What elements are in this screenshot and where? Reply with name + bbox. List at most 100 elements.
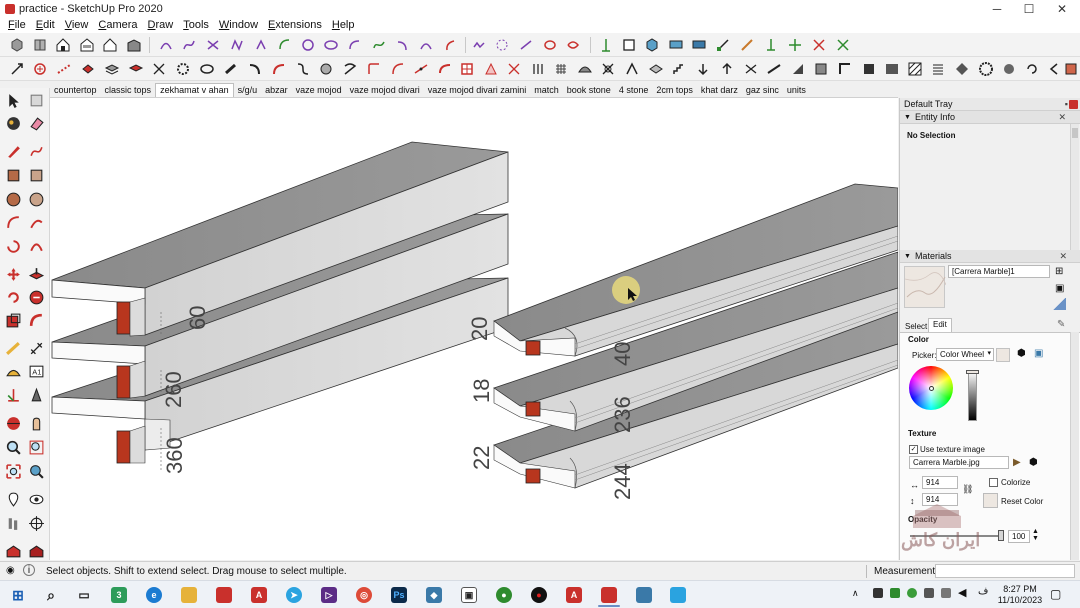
text-tool-icon[interactable]: A1 <box>26 361 46 381</box>
value-slider[interactable] <box>968 371 977 421</box>
opacity-spinner-icon[interactable]: ▲ ▼ <box>1032 528 1039 542</box>
scene-tab[interactable]: 2cm tops <box>652 84 697 97</box>
scene-tab[interactable]: vaze mojod divari <box>346 84 424 97</box>
pencil-icon[interactable] <box>3 141 23 161</box>
scale-icon[interactable] <box>3 310 23 330</box>
tape-icon[interactable] <box>738 36 756 54</box>
cube-icon[interactable] <box>643 36 661 54</box>
paint-icon[interactable] <box>79 60 97 78</box>
select-arrow-icon[interactable] <box>3 90 23 110</box>
solid-union-icon[interactable] <box>883 60 901 78</box>
warehouse-icon[interactable] <box>125 36 143 54</box>
protractor-icon[interactable] <box>3 361 23 381</box>
close-button[interactable]: ✕ <box>1045 0 1079 17</box>
lock-aspect-icon[interactable]: ⛓ <box>962 484 973 495</box>
push-icon[interactable] <box>762 36 780 54</box>
globe-icon[interactable]: ● <box>496 587 512 603</box>
tray-menu-icon[interactable]: ▪ <box>1065 99 1068 109</box>
front-view-icon[interactable] <box>78 36 96 54</box>
task-view-icon[interactable]: ▭ <box>76 587 92 603</box>
match-model-color-icon[interactable]: ⬢ <box>1017 348 1026 359</box>
app-badge-icon[interactable]: 3 <box>111 587 127 603</box>
home-view-icon[interactable] <box>54 36 72 54</box>
entity-info-close-icon[interactable]: ✕ <box>1058 112 1066 123</box>
scene-tab[interactable]: units <box>783 84 810 97</box>
spiral-icon[interactable] <box>252 36 270 54</box>
bezier-icon[interactable] <box>204 36 222 54</box>
material-name-field[interactable]: [Carrera Marble]1 <box>948 265 1050 278</box>
select-tab[interactable]: Select <box>905 322 927 331</box>
media-player-icon[interactable]: ▣ <box>461 587 477 603</box>
solid-stack-icon[interactable] <box>789 60 807 78</box>
color-preview-swatch[interactable] <box>996 348 1010 362</box>
arc-tool-icon[interactable] <box>157 36 175 54</box>
material-swatch[interactable] <box>904 266 947 308</box>
scene-tab[interactable]: abzar <box>261 84 292 97</box>
move-axes-icon[interactable] <box>786 36 804 54</box>
scale-axes-icon[interactable] <box>834 36 852 54</box>
push-pull-icon[interactable] <box>26 264 46 284</box>
two-point-arc-icon[interactable] <box>26 212 46 232</box>
sketchup-layout-icon[interactable]: ◆ <box>426 587 442 603</box>
browse-folder-icon[interactable]: ▶ <box>1013 457 1021 468</box>
back-view-icon[interactable] <box>101 36 119 54</box>
tray-close-icon[interactable] <box>1069 100 1078 109</box>
ellipse-icon[interactable] <box>322 36 340 54</box>
twist-icon[interactable] <box>294 60 312 78</box>
pull-up-icon[interactable] <box>718 60 736 78</box>
circle-tool-icon[interactable] <box>299 36 317 54</box>
gear-icon[interactable] <box>174 60 192 78</box>
pipe-icon[interactable] <box>222 60 240 78</box>
scene-tab[interactable]: s/g/u <box>234 84 262 97</box>
menu-extensions[interactable]: Extensions <box>263 19 327 31</box>
zoom-icon[interactable] <box>3 437 23 457</box>
freehand-icon[interactable] <box>370 36 388 54</box>
leaf-icon[interactable] <box>564 36 582 54</box>
ring-hatch-icon[interactable] <box>977 60 995 78</box>
volume-icon[interactable]: ◀ <box>958 586 966 599</box>
box-red-icon[interactable] <box>1062 60 1080 78</box>
arc-green-icon[interactable] <box>276 36 294 54</box>
orbit-icon[interactable] <box>3 413 23 433</box>
follow-me-icon[interactable] <box>270 60 288 78</box>
zoom-window-icon[interactable] <box>26 437 46 457</box>
shell-icon[interactable] <box>623 60 641 78</box>
acrobat-icon[interactable]: A <box>251 587 267 603</box>
tray-scrollbar[interactable] <box>1070 124 1079 252</box>
wave-icon[interactable] <box>470 36 488 54</box>
chrome-icon[interactable]: ◎ <box>356 587 372 603</box>
grid-mesh-icon[interactable] <box>552 60 570 78</box>
menu-window[interactable]: Window <box>214 19 263 31</box>
paint-bucket-icon[interactable] <box>3 113 23 133</box>
oval-icon[interactable] <box>541 36 559 54</box>
windows-start-icon[interactable]: ⊞ <box>10 587 26 603</box>
scene-tab[interactable]: 4 stone <box>615 84 653 97</box>
solid-block-icon[interactable] <box>812 60 830 78</box>
reload-icon[interactable] <box>1023 60 1041 78</box>
materials-scrollbar[interactable] <box>1070 332 1079 560</box>
circle-left-icon[interactable] <box>3 189 23 209</box>
menu-camera[interactable]: Camera <box>93 19 142 31</box>
geolocation-icon[interactable]: ◉ <box>6 565 15 576</box>
edge-tool-icon[interactable] <box>742 60 760 78</box>
three-point-arc-icon[interactable] <box>26 236 46 256</box>
dome-icon[interactable] <box>576 60 594 78</box>
menu-tools[interactable]: Tools <box>178 19 214 31</box>
materials-close-icon[interactable]: ✕ <box>1059 251 1067 262</box>
match-screen-color-icon[interactable]: ▣ <box>1034 348 1043 359</box>
helix-icon[interactable] <box>341 60 359 78</box>
rotated-rect-icon[interactable] <box>26 165 46 185</box>
sketchup-task-icon[interactable] <box>216 587 232 603</box>
telegram-icon[interactable]: ➤ <box>286 587 302 603</box>
eyedropper-icon[interactable]: ✎ <box>1057 319 1065 330</box>
pdf-icon[interactable]: A <box>566 587 582 603</box>
sphere-icon[interactable] <box>317 60 335 78</box>
extrude-icon[interactable] <box>647 60 665 78</box>
freehand-left-icon[interactable] <box>26 141 46 161</box>
scene-tab[interactable]: book stone <box>563 84 615 97</box>
corner-icon[interactable] <box>365 60 383 78</box>
ring-icon[interactable] <box>198 60 216 78</box>
look-around-icon[interactable] <box>26 489 46 509</box>
color-wheel[interactable] <box>909 366 953 410</box>
3d-text-icon[interactable] <box>26 385 46 405</box>
